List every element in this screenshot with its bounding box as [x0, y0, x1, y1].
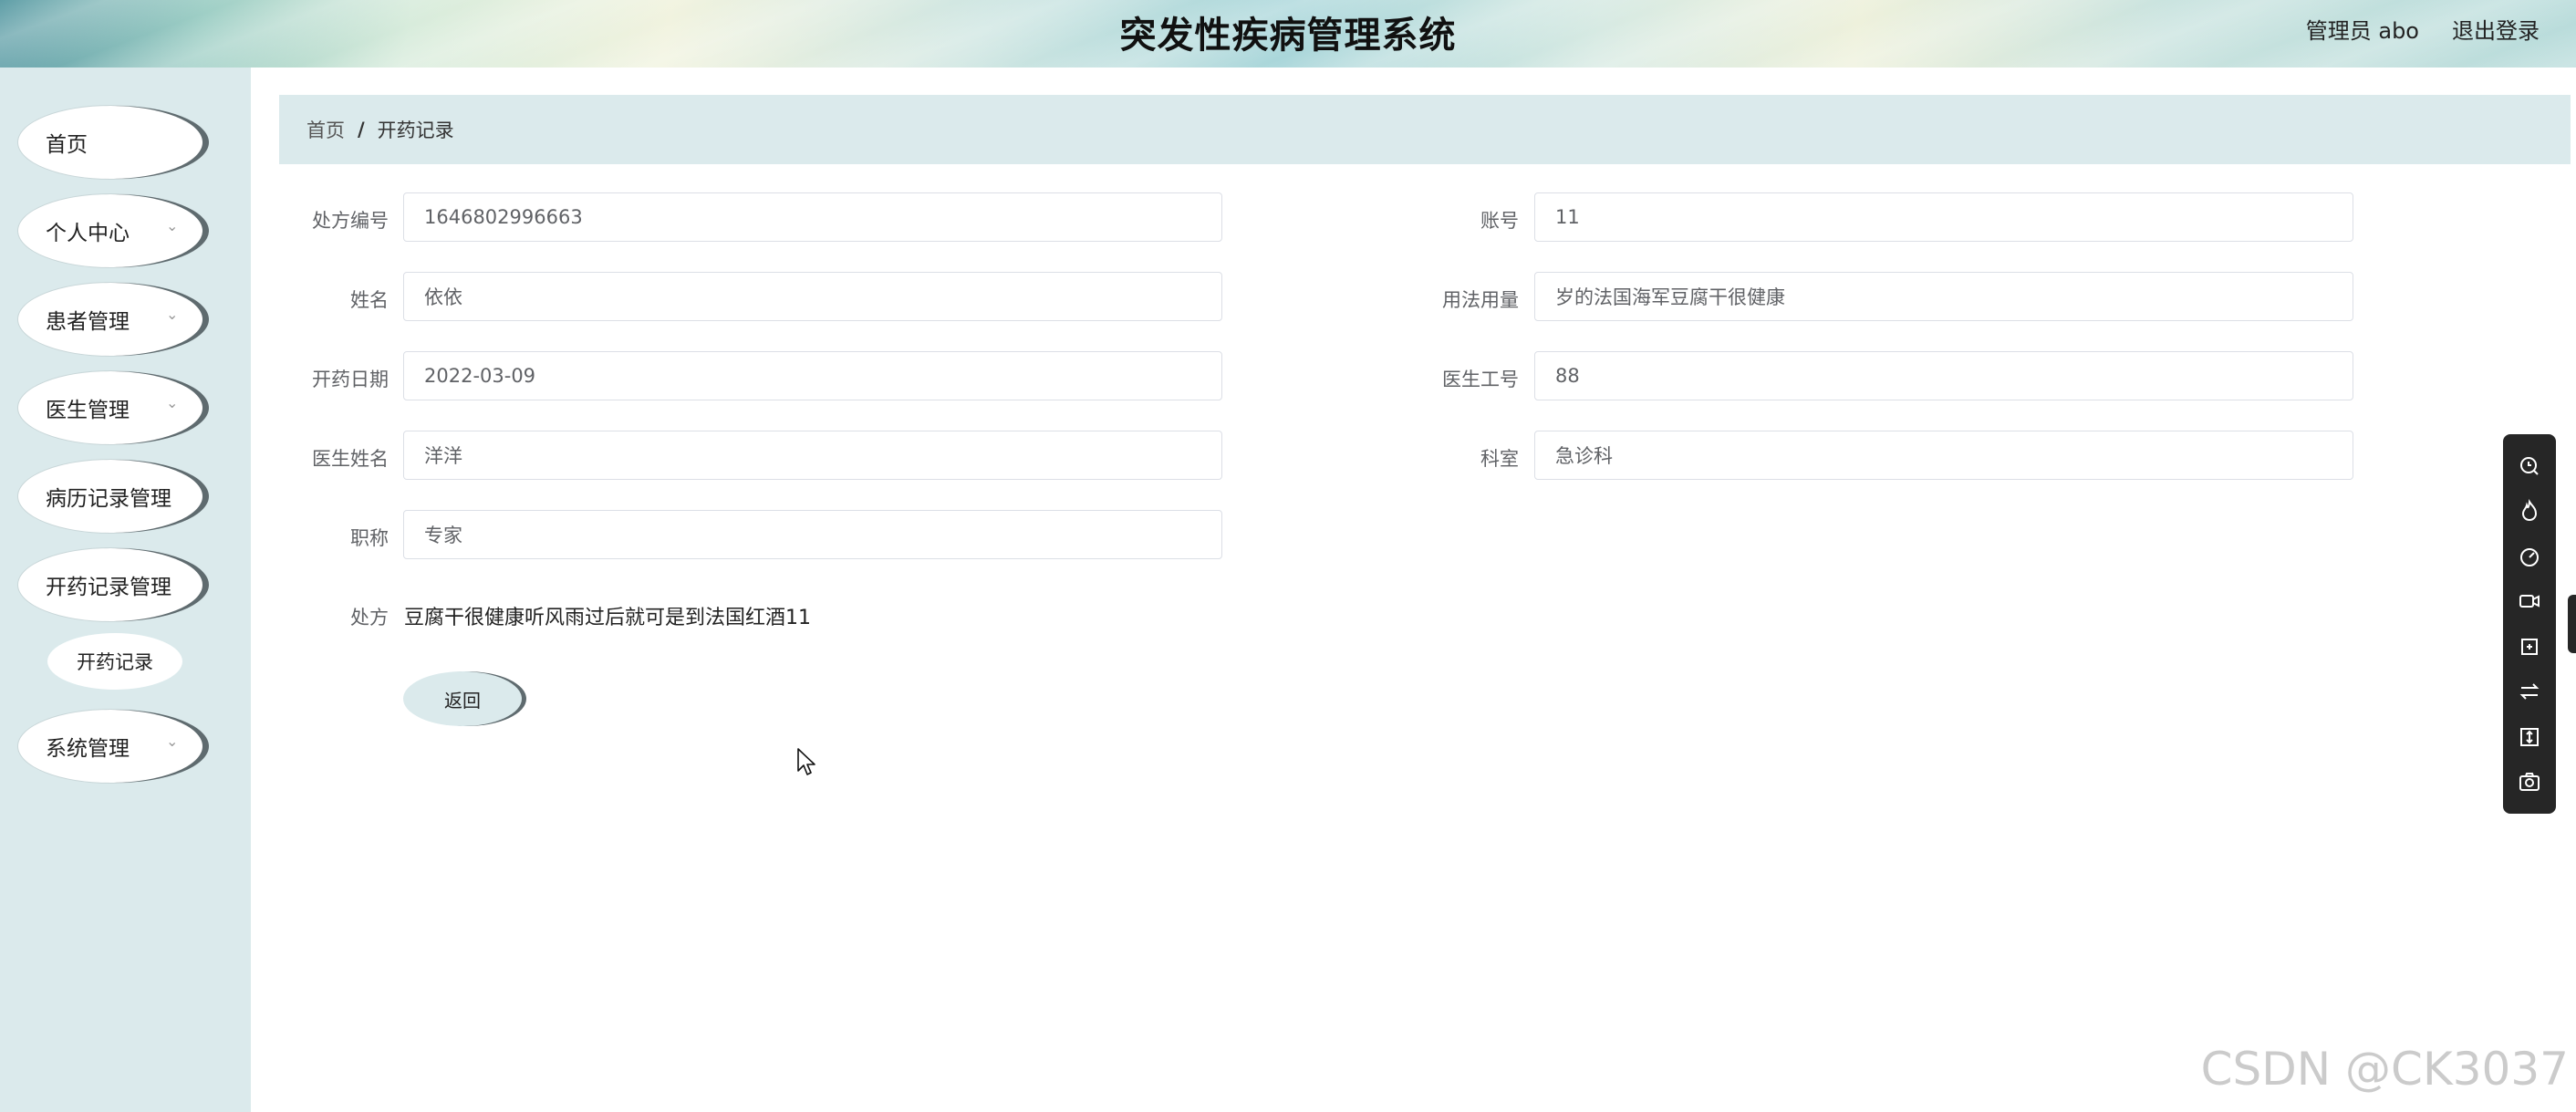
crop-icon[interactable] — [2517, 634, 2542, 660]
date-label: 开药日期 — [312, 369, 389, 390]
title-field[interactable]: 专家 — [403, 510, 1222, 559]
floating-toolbar — [2503, 434, 2556, 814]
name-label: 姓名 — [350, 289, 389, 311]
chevron-down-icon: ⌄ — [166, 394, 179, 411]
breadcrumb-home[interactable]: 首页 — [306, 116, 345, 143]
sidebar-item-label: 个人中心 — [46, 222, 130, 245]
sidebar-item-home[interactable]: 首页 — [18, 106, 203, 179]
sidebar-item-doctor-management[interactable]: 医生管理 ⌄ — [18, 371, 203, 444]
doctor-id-field[interactable]: 88 — [1534, 351, 2353, 400]
prescription-label: 处方 — [350, 607, 389, 629]
sidebar-item-label: 医生管理 — [46, 399, 130, 422]
mouse-cursor-icon — [797, 748, 817, 781]
sidebar-item-label: 开药记录管理 — [46, 576, 171, 599]
account-field[interactable]: 11 — [1534, 192, 2353, 242]
name-field[interactable]: 依依 — [403, 272, 1222, 321]
swap-icon[interactable] — [2517, 679, 2542, 704]
sidebar-item-label: 患者管理 — [46, 310, 130, 334]
app-title: 突发性疾病管理系统 — [1119, 15, 1457, 57]
back-button[interactable]: 返回 — [403, 671, 522, 726]
resize-icon[interactable] — [2517, 724, 2542, 750]
admin-label: 管理员 abo — [2305, 18, 2419, 44]
camera-icon[interactable] — [2517, 769, 2542, 795]
sidebar-subitem-label: 开药记录 — [77, 651, 153, 673]
prescription-no-field[interactable]: 1646802996663 — [403, 192, 1222, 242]
sidebar-item-medical-record-management[interactable]: 病历记录管理 — [18, 460, 203, 533]
department-label: 科室 — [1480, 448, 1519, 470]
speed-icon[interactable] — [2517, 544, 2542, 569]
chevron-down-icon: ⌄ — [166, 217, 179, 234]
title-label: 职称 — [350, 527, 389, 549]
prescription-no-label: 处方编号 — [312, 210, 389, 232]
sidebar-item-prescription-management[interactable]: 开药记录管理 — [18, 548, 203, 621]
sidebar: 首页 个人中心 ⌄ 患者管理 ⌄ 医生管理 ⌄ 病历记录管理 开药记录管理 开药… — [0, 68, 251, 1112]
breadcrumb-separator: / — [358, 119, 365, 140]
breadcrumb-current: 开药记录 — [377, 120, 454, 141]
search-icon[interactable] — [2517, 453, 2542, 479]
fire-icon[interactable] — [2517, 498, 2542, 524]
side-drawer-handle[interactable] — [2568, 595, 2576, 653]
sidebar-subitem-prescription-record[interactable]: 开药记录 — [47, 633, 182, 690]
watermark: CSDN @CK3037 — [2200, 1043, 2569, 1096]
date-field[interactable]: 2022-03-09 — [403, 351, 1222, 400]
sidebar-item-system-management[interactable]: 系统管理 ⌄ — [18, 710, 203, 783]
sidebar-item-label: 病历记录管理 — [46, 487, 171, 511]
sidebar-item-patient-management[interactable]: 患者管理 ⌄ — [18, 283, 203, 356]
department-field[interactable]: 急诊科 — [1534, 431, 2353, 480]
doctor-id-label: 医生工号 — [1442, 369, 1519, 390]
usage-field[interactable]: 岁的法国海军豆腐干很健康 — [1534, 272, 2353, 321]
video-icon[interactable] — [2517, 588, 2542, 614]
usage-label: 用法用量 — [1442, 289, 1519, 311]
sidebar-item-personal-center[interactable]: 个人中心 ⌄ — [18, 194, 203, 267]
doctor-name-label: 医生姓名 — [312, 448, 389, 470]
chevron-down-icon: ⌄ — [166, 306, 179, 323]
header-user-area: 管理员 abo 退出登录 — [2306, 13, 2540, 45]
chevron-down-icon: ⌄ — [166, 733, 179, 750]
breadcrumb: 首页 / 开药记录 — [279, 95, 2571, 164]
doctor-name-field[interactable]: 洋洋 — [403, 431, 1222, 480]
header: 突发性疾病管理系统 管理员 abo 退出登录 — [0, 0, 2576, 68]
prescription-text: 豆腐干很健康听风雨过后就可是到法国红酒11 — [404, 607, 811, 629]
logout-button[interactable]: 退出登录 — [2452, 13, 2540, 45]
sidebar-item-label: 系统管理 — [46, 737, 130, 761]
sidebar-item-label: 首页 — [46, 133, 88, 157]
account-label: 账号 — [1480, 210, 1519, 232]
